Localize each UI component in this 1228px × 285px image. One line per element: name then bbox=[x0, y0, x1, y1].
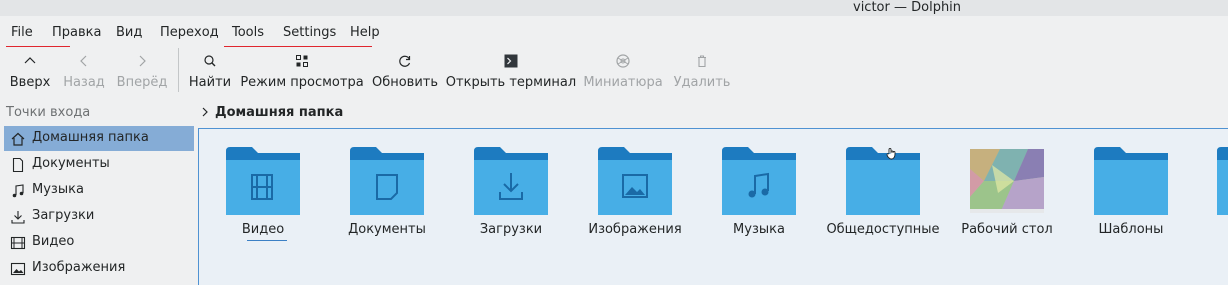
file-item-pictures[interactable]: Изображения bbox=[575, 145, 695, 245]
forward-button[interactable]: Вперёд bbox=[116, 48, 168, 94]
places-panel: Точки входа Домашняя папка Документы Муз… bbox=[0, 100, 196, 285]
image-icon bbox=[10, 262, 26, 276]
forward-label: Вперёд bbox=[116, 75, 168, 90]
sidebar-item-label: Документы bbox=[32, 156, 110, 171]
folder-music-icon bbox=[722, 147, 796, 215]
sidebar-item-videos[interactable]: Видео bbox=[4, 230, 194, 255]
menu-underline bbox=[224, 46, 372, 47]
folder-documents-icon bbox=[350, 147, 424, 215]
sidebar-item-pictures[interactable]: Изображения bbox=[4, 256, 194, 281]
sidebar-item-label: Изображения bbox=[32, 260, 126, 275]
menu-underline bbox=[6, 46, 70, 47]
file-item-videos[interactable]: Видео bbox=[203, 145, 323, 245]
preview-icon bbox=[616, 54, 630, 68]
trash-icon bbox=[698, 55, 706, 68]
folder-public-icon bbox=[846, 147, 920, 215]
file-name: Музыка bbox=[733, 222, 785, 237]
menu-go[interactable]: Переход bbox=[160, 25, 219, 41]
back-button[interactable]: Назад bbox=[61, 48, 107, 94]
folder-video-icon bbox=[226, 147, 300, 215]
search-icon bbox=[204, 55, 216, 67]
preview-label: Миниатюра bbox=[583, 75, 663, 90]
sidebar-item-music[interactable]: Музыка bbox=[4, 178, 194, 203]
file-item-music[interactable]: Музыка bbox=[699, 145, 819, 245]
up-button[interactable]: Вверх bbox=[6, 48, 54, 94]
arrow-up-icon bbox=[24, 57, 36, 64]
folder-icon bbox=[1217, 147, 1228, 215]
file-item-templates[interactable]: Шаблоны bbox=[1071, 145, 1191, 245]
video-icon bbox=[10, 236, 26, 250]
music-icon bbox=[12, 184, 24, 198]
file-name: Видео bbox=[241, 222, 285, 237]
menu-edit[interactable]: Правка bbox=[52, 25, 101, 41]
back-label: Назад bbox=[63, 75, 105, 90]
menu-bar: File Правка Вид Переход Tools Settings H… bbox=[0, 19, 1228, 47]
menu-file[interactable]: File bbox=[11, 25, 33, 41]
file-name: Рабочий стол bbox=[961, 222, 1053, 237]
menu-view[interactable]: Вид bbox=[116, 25, 142, 41]
breadcrumb-home[interactable]: Домашняя папка bbox=[215, 105, 343, 121]
folder-pictures-icon bbox=[598, 147, 672, 215]
menu-help[interactable]: Help bbox=[350, 25, 380, 41]
folder-download-icon bbox=[474, 147, 548, 215]
reload-label: Обновить bbox=[371, 75, 439, 90]
delete-label: Удалить bbox=[673, 75, 731, 90]
document-icon bbox=[12, 157, 24, 173]
download-icon bbox=[11, 211, 25, 224]
file-view[interactable]: Видео Документы Загрузки Изображения Муз… bbox=[198, 128, 1228, 285]
sidebar-item-documents[interactable]: Документы bbox=[4, 152, 194, 177]
hand-cursor-icon bbox=[886, 148, 896, 160]
menu-settings[interactable]: Settings bbox=[283, 25, 336, 41]
places-header: Точки входа bbox=[6, 105, 91, 120]
sidebar-item-label: Домашняя папка bbox=[32, 130, 149, 145]
delete-button[interactable]: Удалить bbox=[674, 48, 730, 94]
toolbar: Вверх Назад Вперёд Найти Режим просмотра… bbox=[0, 48, 1228, 98]
find-label: Найти bbox=[188, 75, 232, 90]
up-label: Вверх bbox=[9, 75, 51, 90]
terminal-icon bbox=[504, 54, 518, 68]
preview-button[interactable]: Миниатюра bbox=[583, 48, 663, 94]
file-name: Общедоступные bbox=[826, 222, 940, 237]
sidebar-item-label: Музыка bbox=[32, 182, 84, 197]
open-terminal-label: Открыть терминал bbox=[445, 75, 577, 90]
view-mode-label: Режим просмотра bbox=[240, 75, 364, 90]
sidebar-item-label: Видео bbox=[32, 234, 75, 249]
home-icon bbox=[11, 132, 25, 146]
file-name: Изображения bbox=[588, 222, 682, 237]
file-name: Загрузки bbox=[479, 222, 543, 237]
sidebar-item-downloads[interactable]: Загрузки bbox=[4, 204, 194, 229]
file-item-downloads[interactable]: Загрузки bbox=[451, 145, 571, 245]
sidebar-item-home[interactable]: Домашняя папка bbox=[4, 126, 194, 151]
file-item-public[interactable]: Общедоступные bbox=[823, 145, 943, 245]
file-item-partial[interactable] bbox=[1195, 145, 1228, 245]
view-mode-button[interactable]: Режим просмотра bbox=[240, 48, 364, 94]
file-item-desktop[interactable]: Рабочий стол bbox=[947, 145, 1067, 245]
file-name: Документы bbox=[348, 222, 426, 237]
file-name: Шаблоны bbox=[1098, 222, 1164, 237]
arrow-right-icon bbox=[139, 55, 146, 67]
find-button[interactable]: Найти bbox=[188, 48, 232, 94]
chevron-right-icon bbox=[202, 107, 208, 117]
reload-button[interactable]: Обновить bbox=[372, 48, 438, 94]
arrow-left-icon bbox=[80, 55, 87, 67]
view-icons-icon bbox=[296, 55, 308, 67]
refresh-icon bbox=[399, 55, 411, 67]
sidebar-item-label: Загрузки bbox=[32, 208, 95, 223]
folder-templates-icon bbox=[1094, 147, 1168, 215]
window-title: victor — Dolphin bbox=[853, 0, 962, 15]
file-item-documents[interactable]: Документы bbox=[327, 145, 447, 245]
open-terminal-button[interactable]: Открыть терминал bbox=[446, 48, 576, 94]
focus-underline bbox=[247, 240, 287, 241]
menu-tools[interactable]: Tools bbox=[232, 25, 264, 41]
toolbar-separator bbox=[178, 48, 179, 92]
title-bar: victor — Dolphin bbox=[0, 0, 1228, 16]
desktop-thumbnail bbox=[970, 149, 1044, 213]
